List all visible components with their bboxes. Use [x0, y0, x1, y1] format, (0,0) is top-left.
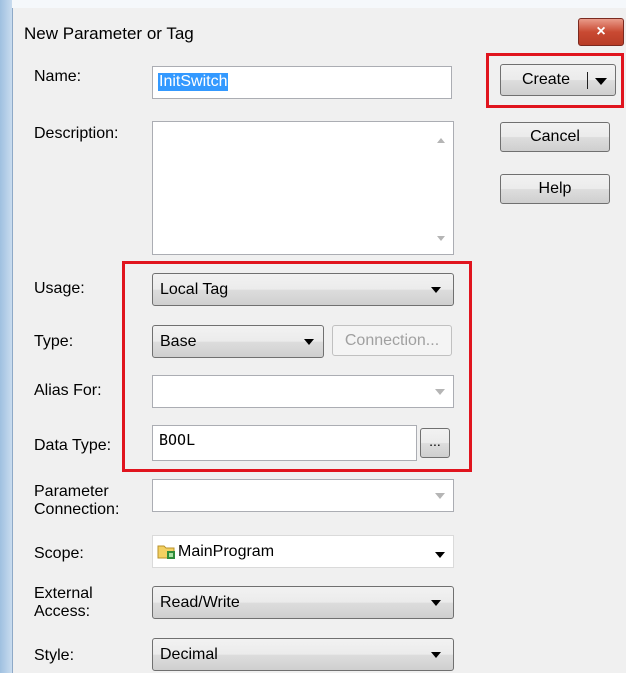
alias-for-label: Alias For:	[34, 382, 102, 399]
description-label: Description:	[34, 125, 119, 142]
parameter-connection-dropdown[interactable]	[152, 479, 454, 512]
scroll-down-icon[interactable]	[437, 236, 445, 241]
scope-label: Scope:	[34, 545, 84, 562]
parameter-connection-label-line2: Connection:	[34, 501, 120, 518]
dropdown-arrow-icon	[435, 493, 445, 499]
window-frame	[0, 0, 12, 673]
scope-value: MainProgram	[178, 543, 275, 560]
new-parameter-dialog: New Parameter or Tag × Name: InitSwitch …	[0, 0, 626, 673]
name-label: Name:	[34, 68, 82, 85]
name-value: InitSwitch	[158, 73, 229, 91]
usage-label: Usage:	[34, 280, 85, 297]
style-value: Decimal	[160, 646, 218, 663]
scope-dropdown[interactable]: MainProgram	[152, 535, 454, 568]
description-scrollbar[interactable]	[431, 122, 453, 254]
name-input[interactable]: InitSwitch	[152, 66, 452, 99]
parameter-connection-label: Parameter Connection:	[34, 483, 119, 519]
tag-settings-highlight-box	[122, 261, 472, 472]
style-dropdown[interactable]: Decimal	[152, 638, 454, 671]
dropdown-arrow-icon	[431, 652, 441, 658]
type-label: Type:	[34, 333, 74, 350]
program-folder-icon	[157, 545, 175, 559]
close-button[interactable]: ×	[578, 18, 624, 46]
description-textarea[interactable]	[152, 121, 454, 255]
style-label: Style:	[34, 647, 75, 664]
title-bar-top	[12, 0, 626, 8]
data-type-label: Data Type:	[34, 437, 112, 454]
scroll-up-icon[interactable]	[437, 138, 445, 143]
dialog-title: New Parameter or Tag	[24, 24, 194, 43]
external-access-label-line2: Access:	[34, 603, 91, 620]
dropdown-arrow-icon	[435, 552, 445, 558]
dropdown-arrow-icon	[431, 600, 441, 606]
external-access-value: Read/Write	[160, 594, 240, 611]
external-access-dropdown[interactable]: Read/Write	[152, 586, 454, 619]
help-button[interactable]: Help	[500, 174, 610, 204]
create-highlight-box	[486, 53, 624, 108]
parameter-connection-label-line1: Parameter	[34, 483, 109, 500]
external-access-label: External Access:	[34, 585, 93, 621]
external-access-label-line1: External	[34, 585, 93, 602]
cancel-button[interactable]: Cancel	[500, 122, 610, 152]
